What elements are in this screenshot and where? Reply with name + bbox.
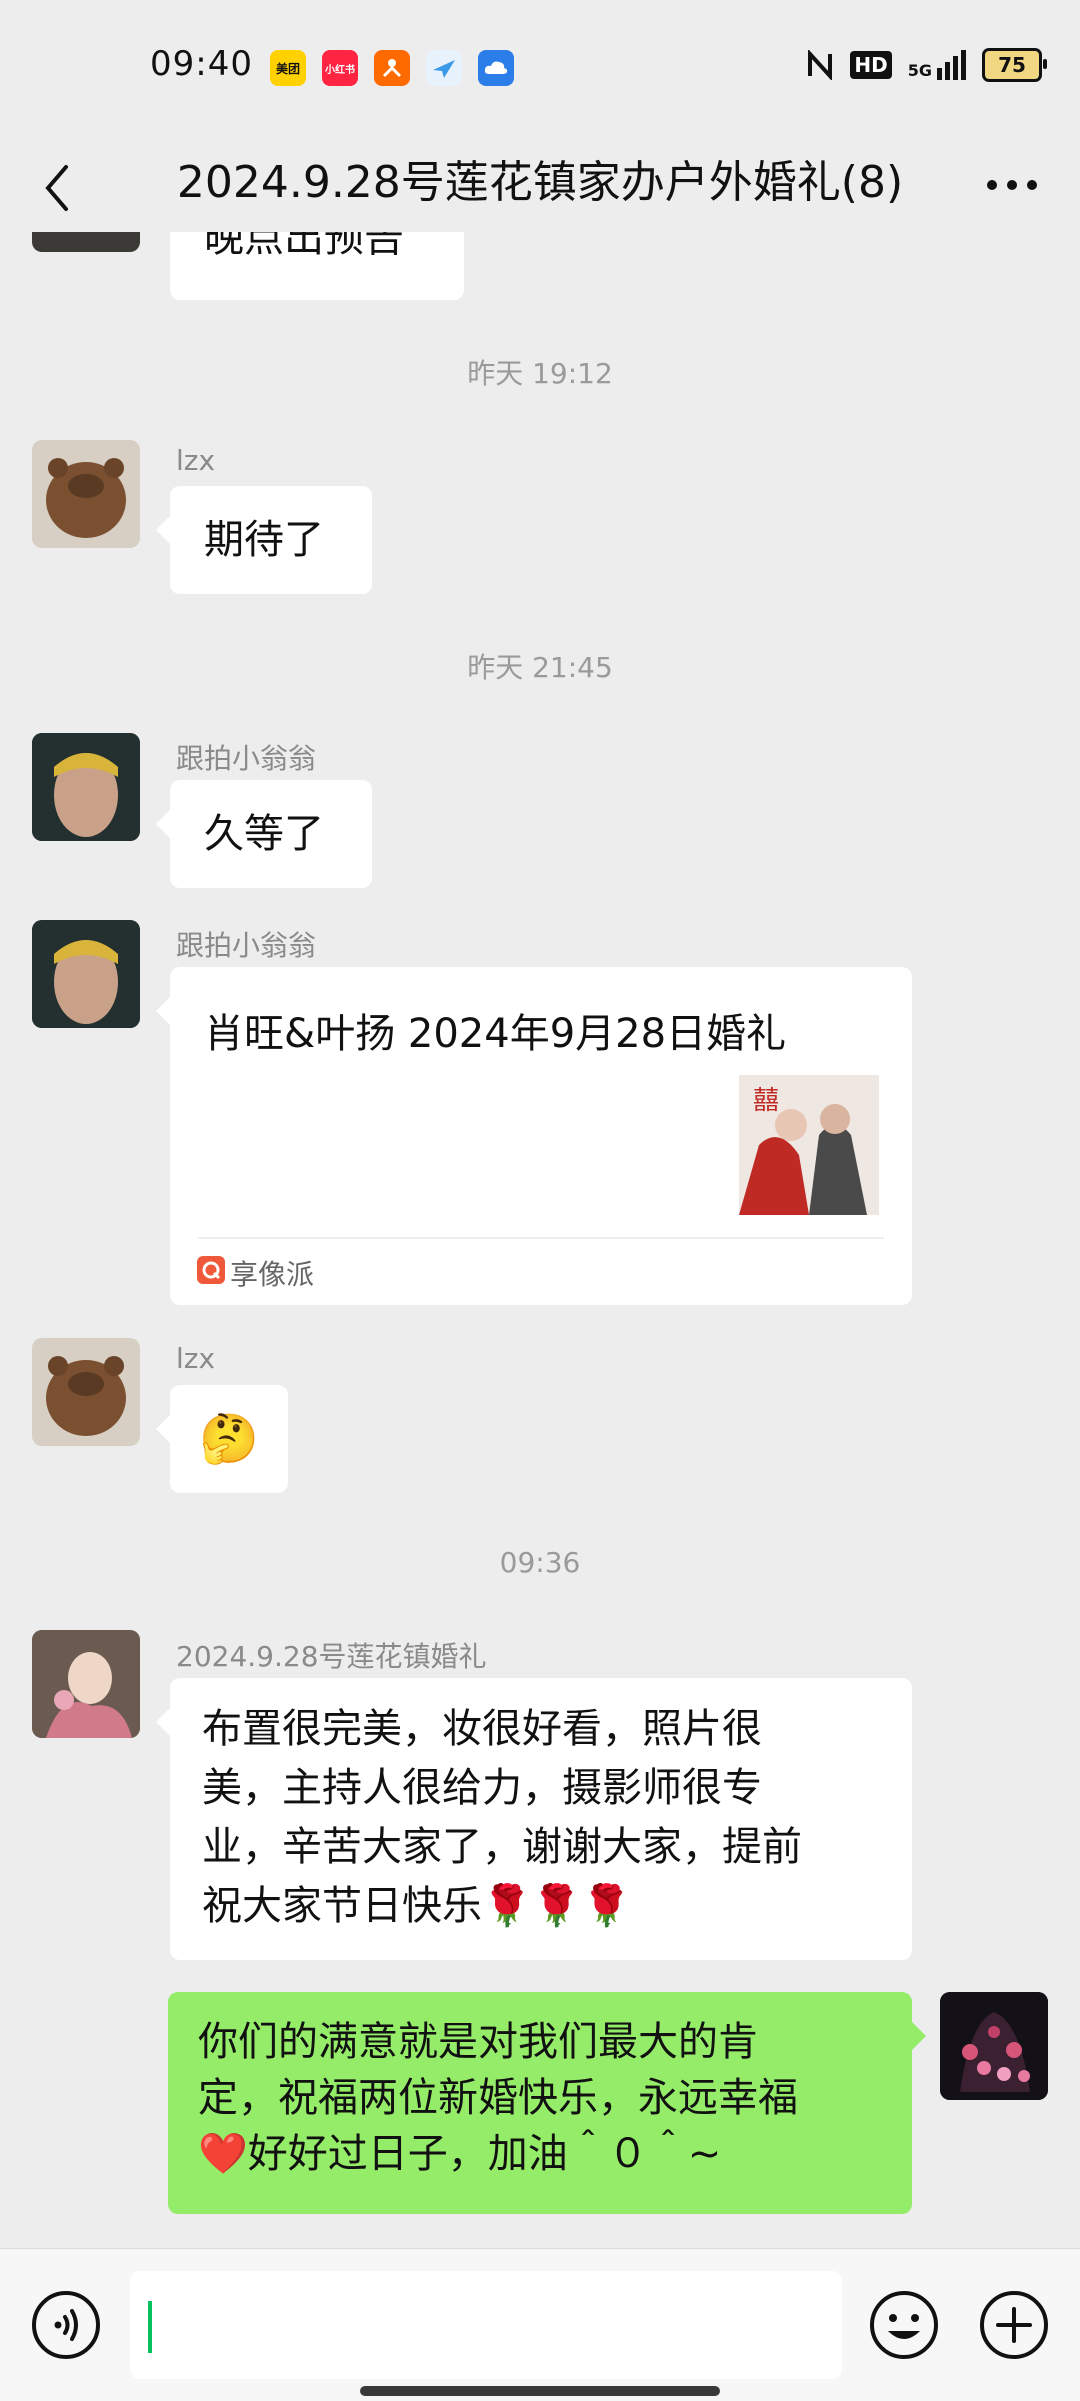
bubble-tail [912,2022,926,2050]
sender-name: lzx [176,444,216,477]
message-text: 久等了 [204,811,324,857]
status-time: 09:40 [150,44,253,84]
xiangxiangpai-icon [197,1256,225,1284]
avatar[interactable] [32,733,140,841]
battery-icon: 75 [982,48,1047,82]
home-indicator[interactable] [360,2386,720,2396]
bubble-tail [156,516,170,544]
flight-icon [426,50,462,86]
message-text-line: 美，主持人很给力，摄影师很专 [202,1765,762,1811]
avatar[interactable] [32,1630,140,1738]
avatar[interactable] [32,920,140,1028]
link-thumbnail: 囍 [739,1075,879,1215]
input-bar [0,2248,1080,2401]
message-bubble[interactable]: 期待了 [156,486,372,594]
plus-icon[interactable] [978,2289,1050,2361]
message-text-line: 定，祝福两位新婚快乐，永远幸福 [198,2075,798,2121]
sender-name: 2024.9.28号莲花镇婚礼 [176,1640,487,1673]
sender-name: 跟拍小翁翁 [176,742,317,775]
bubble-tail [156,1708,170,1736]
message-text-line: 业，辛苦大家了，谢谢大家，提前 [202,1824,802,1870]
own-message-bubble[interactable]: 你们的满意就是对我们最大的肯 定，祝福两位新婚快乐，永远幸福 ❤️好好过日子，加… [168,1992,926,2214]
message-text-line: 你们的满意就是对我们最大的肯 [198,2019,758,2065]
system-status: HD 5G 75 [806,48,1047,82]
avatar[interactable] [32,232,140,252]
message-bubble[interactable]: 布置很完美，妆很好看，照片很 美，主持人很给力，摄影师很专 业，辛苦大家了，谢谢… [156,1678,912,1960]
bubble-tail [156,1415,170,1443]
message-bubble[interactable]: 晚点出预告 [170,232,464,300]
meituan-icon: 美团 [270,50,306,86]
sender-name: lzx [176,1342,216,1375]
avatar[interactable] [32,440,140,548]
back-arrow-icon[interactable] [38,153,78,223]
message-text-line: 祝大家节日快乐🌹🌹🌹 [202,1883,632,1929]
message-bubble[interactable]: 🤔 [156,1385,288,1493]
link-card[interactable]: 肖旺&叶扬 2024年9月28日婚礼 囍 享像派 [156,967,912,1305]
timestamp: 昨天 19:12 [467,357,613,390]
hd-badge: HD [850,51,892,79]
message-bubble[interactable]: 久等了 [156,780,372,888]
message-text-line: 布置很完美，妆很好看，照片很 [202,1706,762,1752]
bubble-tail [156,997,170,1025]
text-caret [148,2301,152,2353]
xiaohongshu-icon: 小红书 [322,50,358,86]
timestamp: 昨天 21:45 [467,651,613,684]
emoji-icon[interactable] [868,2289,940,2361]
status-bar: 09:40 美团 小红书 HD 5G 75 [0,0,1080,135]
timestamp: 09:36 [499,1546,581,1579]
nfc-icon [808,50,833,80]
message-text: 期待了 [204,517,324,563]
chat-header: 2024.9.28号莲花镇家办户外婚礼(8) [0,135,1080,245]
taobao-icon [374,50,410,86]
link-source: 享像派 [230,1258,315,1291]
chat-title: 2024.9.28号莲花镇家办户外婚礼(8) [176,157,904,208]
bubble-tail [156,810,170,838]
emoji-sticker: 🤔 [199,1411,259,1467]
sender-name: 跟拍小翁翁 [176,929,317,962]
signal-icon: 5G [908,50,966,80]
svg-text:囍: 囍 [753,1086,779,1116]
more-icon[interactable] [984,171,1040,199]
link-title: 肖旺&叶扬 2024年9月28日婚礼 [204,1011,787,1057]
message-text: 晚点出预告 [204,232,404,261]
voice-input-icon[interactable] [30,2289,102,2361]
avatar[interactable] [32,1338,140,1446]
message-text-line: ❤️好好过日子，加油＾０＾~ [198,2131,722,2177]
own-avatar[interactable] [940,1992,1048,2100]
message-input[interactable] [130,2271,842,2379]
divider [198,1237,884,1239]
cloud-icon [478,50,514,86]
